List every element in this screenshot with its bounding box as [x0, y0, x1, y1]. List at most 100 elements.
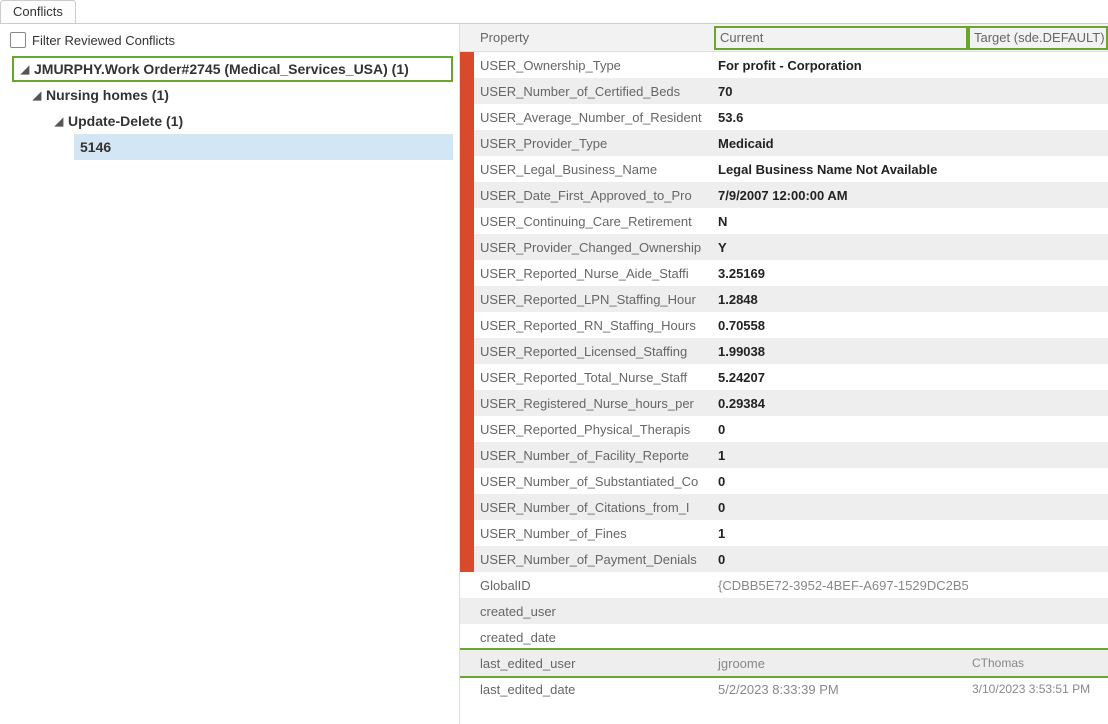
property-name: USER_Date_First_Approved_to_Pro — [474, 188, 714, 203]
header-property[interactable]: Property — [474, 30, 714, 45]
current-value: 0 — [714, 422, 968, 437]
grid-row[interactable]: USER_Number_of_Fines1 — [460, 520, 1108, 546]
property-name: USER_Reported_Nurse_Aide_Staffi — [474, 266, 714, 281]
grid-row[interactable]: USER_Ownership_TypeFor profit - Corporat… — [460, 52, 1108, 78]
conflict-tree-panel: Filter Reviewed Conflicts ◢ JMURPHY.Work… — [0, 24, 460, 724]
filter-reviewed-checkbox[interactable] — [10, 32, 26, 48]
tabs: Conflicts — [0, 0, 1108, 24]
conflict-marker — [460, 520, 474, 546]
filter-reviewed-label: Filter Reviewed Conflicts — [32, 33, 175, 48]
conflict-marker — [460, 286, 474, 312]
chevron-down-icon: ◢ — [30, 89, 44, 102]
conflict-marker — [460, 364, 474, 390]
grid-row[interactable]: GlobalID{CDBB5E72-3952-4BEF-A697-1529DC2… — [460, 572, 1108, 598]
grid-row[interactable]: USER_Reported_Physical_Therapis0 — [460, 416, 1108, 442]
tree-item-selected[interactable]: 5146 — [74, 134, 453, 160]
current-value: 1 — [714, 526, 968, 541]
tree-root[interactable]: ◢ JMURPHY.Work Order#2745 (Medical_Servi… — [12, 56, 453, 82]
property-grid: Property Current Target (sde.DEFAULT) US… — [460, 24, 1108, 724]
property-name: last_edited_date — [474, 682, 714, 697]
grid-row[interactable]: USER_Number_of_Citations_from_I0 — [460, 494, 1108, 520]
current-value: 0.29384 — [714, 396, 968, 411]
grid-row[interactable]: USER_Registered_Nurse_hours_per0.29384 — [460, 390, 1108, 416]
conflict-marker — [460, 468, 474, 494]
grid-row[interactable]: last_edited_userjgroomeCThomas — [460, 650, 1108, 676]
conflict-marker — [460, 494, 474, 520]
property-name: USER_Registered_Nurse_hours_per — [474, 396, 714, 411]
current-value: 1.2848 — [714, 292, 968, 307]
property-name: USER_Reported_Licensed_Staffing — [474, 344, 714, 359]
conflict-marker — [460, 650, 474, 676]
current-value: 1 — [714, 448, 968, 463]
grid-row[interactable]: USER_Number_of_Certified_Beds70 — [460, 78, 1108, 104]
grid-row[interactable]: USER_Average_Number_of_Resident53.6 — [460, 104, 1108, 130]
current-value: 0 — [714, 500, 968, 515]
property-name: USER_Number_of_Payment_Denials — [474, 552, 714, 567]
tab-conflicts[interactable]: Conflicts — [0, 0, 76, 23]
grid-row[interactable]: USER_Number_of_Substantiated_Co0 — [460, 468, 1108, 494]
property-name: USER_Number_of_Facility_Reporte — [474, 448, 714, 463]
conflict-marker — [460, 208, 474, 234]
grid-row[interactable]: USER_Reported_Total_Nurse_Staff5.24207 — [460, 364, 1108, 390]
property-name: USER_Number_of_Certified_Beds — [474, 84, 714, 99]
property-name: USER_Reported_Physical_Therapis — [474, 422, 714, 437]
current-value: N — [714, 214, 968, 229]
chevron-down-icon: ◢ — [52, 115, 66, 128]
grid-row[interactable]: USER_Date_First_Approved_to_Pro7/9/2007 … — [460, 182, 1108, 208]
grid-row[interactable]: USER_Reported_Nurse_Aide_Staffi3.25169 — [460, 260, 1108, 286]
grid-row[interactable]: USER_Number_of_Payment_Denials0 — [460, 546, 1108, 572]
grid-row[interactable]: USER_Number_of_Facility_Reporte1 — [460, 442, 1108, 468]
grid-row[interactable]: last_edited_date5/2/2023 8:33:39 PM3/10/… — [460, 676, 1108, 702]
current-value: Legal Business Name Not Available — [714, 162, 968, 177]
property-name: created_date — [474, 630, 714, 645]
conflict-marker — [460, 78, 474, 104]
chevron-down-icon: ◢ — [18, 63, 32, 76]
grid-row[interactable]: created_user — [460, 598, 1108, 624]
property-name: last_edited_user — [474, 656, 714, 671]
conflict-marker — [460, 156, 474, 182]
property-name: USER_Ownership_Type — [474, 58, 714, 73]
current-value: {CDBB5E72-3952-4BEF-A697-1529DC2B514D} — [714, 578, 968, 593]
conflict-marker — [460, 598, 474, 624]
property-name: USER_Number_of_Fines — [474, 526, 714, 541]
property-name: USER_Reported_LPN_Staffing_Hour — [474, 292, 714, 307]
conflict-marker — [460, 52, 474, 78]
property-name: USER_Provider_Type — [474, 136, 714, 151]
property-name: USER_Reported_Total_Nurse_Staff — [474, 370, 714, 385]
grid-row[interactable]: USER_Reported_LPN_Staffing_Hour1.2848 — [460, 286, 1108, 312]
conflict-marker — [460, 104, 474, 130]
current-value: 3.25169 — [714, 266, 968, 281]
target-value: 3/10/2023 3:53:51 PM — [968, 682, 1108, 696]
grid-row[interactable]: USER_Provider_TypeMedicaid — [460, 130, 1108, 156]
current-value: For profit - Corporation — [714, 58, 968, 73]
tree-item-update-delete[interactable]: ◢ Update-Delete (1) — [52, 108, 453, 134]
grid-row[interactable]: USER_Continuing_Care_RetirementN — [460, 208, 1108, 234]
property-name: USER_Continuing_Care_Retirement — [474, 214, 714, 229]
conflict-marker — [460, 390, 474, 416]
grid-row[interactable]: USER_Provider_Changed_OwnershipY — [460, 234, 1108, 260]
current-value: 1.99038 — [714, 344, 968, 359]
grid-row[interactable]: USER_Reported_Licensed_Staffing1.99038 — [460, 338, 1108, 364]
tree-item-nursing-homes[interactable]: ◢ Nursing homes (1) — [30, 82, 453, 108]
current-value: 0 — [714, 552, 968, 567]
conflict-marker — [460, 676, 474, 702]
property-name: created_user — [474, 604, 714, 619]
conflict-marker — [460, 546, 474, 572]
current-value: jgroome — [714, 656, 968, 671]
current-value: Medicaid — [714, 136, 968, 151]
property-name: USER_Number_of_Citations_from_I — [474, 500, 714, 515]
grid-row[interactable]: created_date — [460, 624, 1108, 650]
current-value: 70 — [714, 84, 968, 99]
property-name: USER_Average_Number_of_Resident — [474, 110, 714, 125]
current-value: 0.70558 — [714, 318, 968, 333]
grid-row[interactable]: USER_Reported_RN_Staffing_Hours0.70558 — [460, 312, 1108, 338]
header-target[interactable]: Target (sde.DEFAULT) — [968, 26, 1108, 50]
property-name: GlobalID — [474, 578, 714, 593]
header-current[interactable]: Current — [714, 26, 968, 50]
grid-header: Property Current Target (sde.DEFAULT) — [460, 24, 1108, 52]
conflict-marker — [460, 416, 474, 442]
property-name: USER_Reported_RN_Staffing_Hours — [474, 318, 714, 333]
conflict-marker — [460, 442, 474, 468]
property-name: USER_Legal_Business_Name — [474, 162, 714, 177]
grid-row[interactable]: USER_Legal_Business_NameLegal Business N… — [460, 156, 1108, 182]
